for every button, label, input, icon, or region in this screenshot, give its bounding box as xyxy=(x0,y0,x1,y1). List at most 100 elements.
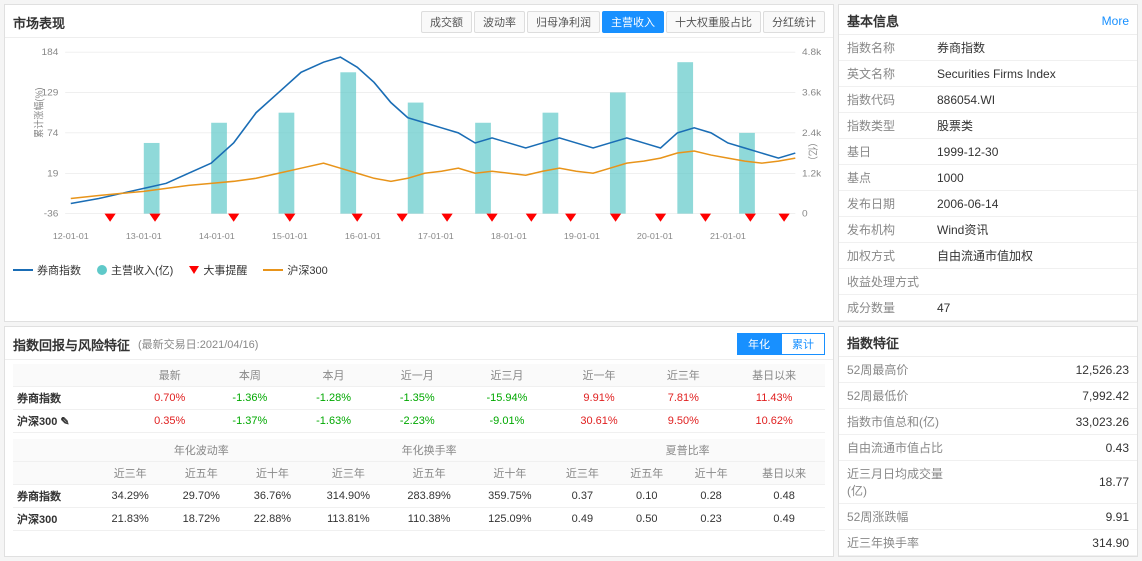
legend-hs300: 沪深300 xyxy=(263,262,327,278)
legend-label-hs300: 沪深300 xyxy=(287,262,327,278)
feat-row-52high: 52周最高价 12,526.23 xyxy=(839,357,1137,383)
info-row-code: 指数代码 886054.WI xyxy=(839,87,1137,113)
svg-text:（亿）: （亿） xyxy=(806,138,819,165)
risk-vol-10y: 近十年 xyxy=(237,462,308,485)
market-tab-bar: 成交额 波动率 归母净利润 主营收入 十大权重股占比 分红统计 xyxy=(421,11,825,33)
risk-subheader-row: 近三年 近五年 近十年 近三年 近五年 近十年 近三年 近五年 近十年 基日以来 xyxy=(13,462,825,485)
info-table: 指数名称 券商指数 英文名称 Securities Firms Index 指数… xyxy=(839,35,1137,321)
feat-row-freefloat: 自由流通市值占比 0.43 xyxy=(839,435,1137,461)
perf-header-1y: 近一年 xyxy=(555,364,644,387)
risk-vol-5y: 近五年 xyxy=(166,462,237,485)
feat-value-marketcap: 33,023.26 xyxy=(969,409,1137,435)
toggle-bar: 年化 累计 xyxy=(737,333,825,355)
svg-text:19-01-01: 19-01-01 xyxy=(564,231,600,240)
index-features-panel: 指数特征 52周最高价 12,526.23 52周最低价 7,992.42 指数… xyxy=(838,326,1138,557)
info-label-code: 指数代码 xyxy=(839,87,929,113)
info-label-pubdate: 发布日期 xyxy=(839,191,929,217)
feat-row-avgvol: 近三月日均成交量(亿) 18.77 xyxy=(839,461,1137,504)
broker-3y: 7.81% xyxy=(643,387,723,410)
market-panel-header: 市场表现 成交额 波动率 归母净利润 主营收入 十大权重股占比 分红统计 xyxy=(5,5,833,38)
risk-sharpe-5y: 近五年 xyxy=(615,462,679,485)
risk-broker-sharpesince: 0.48 xyxy=(743,485,825,508)
legend-label-event: 大事提醒 xyxy=(203,262,247,278)
info-title: 基本信息 xyxy=(847,11,899,30)
tab-dividend[interactable]: 分红统计 xyxy=(763,11,825,33)
feat-row-52low: 52周最低价 7,992.42 xyxy=(839,383,1137,409)
risk-broker-sharpe10y: 0.28 xyxy=(679,485,743,508)
risk-hs300-turn10y: 125.09% xyxy=(469,508,550,531)
svg-text:累计涨幅(%): 累计涨幅(%) xyxy=(33,87,46,137)
perf-header-week: 本周 xyxy=(208,364,292,387)
risk-row-hs300: 沪深300 21.83% 18.72% 22.88% 113.81% 110.3… xyxy=(13,508,825,531)
info-label-basedate: 基日 xyxy=(839,139,929,165)
info-value-count: 47 xyxy=(929,295,1137,321)
svg-text:1.2k: 1.2k xyxy=(802,169,821,179)
risk-sharpe-since: 基日以来 xyxy=(743,462,825,485)
tab-chengjiaoe[interactable]: 成交额 xyxy=(421,11,472,33)
legend-dot-cyan xyxy=(97,265,107,275)
svg-text:14-01-01: 14-01-01 xyxy=(199,231,235,240)
svg-text:-36: -36 xyxy=(44,209,59,219)
feat-value-freefloat: 0.43 xyxy=(969,435,1137,461)
return-title-group: 指数回报与风险特征 (最新交易日:2021/04/16) xyxy=(13,335,258,354)
perf-header-empty xyxy=(13,364,131,387)
info-value-engname: Securities Firms Index xyxy=(929,61,1137,87)
toggle-annualized[interactable]: 年化 xyxy=(737,333,781,355)
toggle-cumulative[interactable]: 累计 xyxy=(781,333,825,355)
feat-value-52high: 12,526.23 xyxy=(969,357,1137,383)
hs300-month: -1.63% xyxy=(292,410,376,433)
info-row-type: 指数类型 股票类 xyxy=(839,113,1137,139)
info-row-pubdate: 发布日期 2006-06-14 xyxy=(839,191,1137,217)
feat-row-52chg: 52周涨跌幅 9.91 xyxy=(839,504,1137,530)
risk-sharpe-header: 夏普比率 xyxy=(550,439,825,462)
more-link[interactable]: More xyxy=(1102,14,1129,28)
hs300-week: -1.37% xyxy=(208,410,292,433)
tab-bodolv[interactable]: 波动率 xyxy=(474,11,525,33)
info-value-basepoint: 1000 xyxy=(929,165,1137,191)
hs300-since: 10.62% xyxy=(723,410,825,433)
risk-broker-turn10y: 359.75% xyxy=(469,485,550,508)
broker-month: -1.28% xyxy=(292,387,376,410)
tab-tenstocks[interactable]: 十大权重股占比 xyxy=(666,11,761,33)
risk-empty1 xyxy=(13,439,95,462)
svg-text:19: 19 xyxy=(47,169,58,179)
basic-info-panel: 基本信息 More 指数名称 券商指数 英文名称 Securities Firm… xyxy=(838,4,1138,322)
risk-row-broker: 券商指数 34.29% 29.70% 36.76% 314.90% 283.89… xyxy=(13,485,825,508)
info-value-returnmethod xyxy=(929,269,1137,295)
hs300-1m: -2.23% xyxy=(375,410,459,433)
tab-guimunet[interactable]: 归母净利润 xyxy=(527,11,600,33)
info-row-weightmethod: 加权方式 自由流通市值加权 xyxy=(839,243,1137,269)
info-label-type: 指数类型 xyxy=(839,113,929,139)
svg-text:0: 0 xyxy=(802,209,808,219)
svg-text:13-01-01: 13-01-01 xyxy=(126,231,162,240)
svg-text:3.6k: 3.6k xyxy=(802,88,821,98)
info-value-basedate: 1999-12-30 xyxy=(929,139,1137,165)
svg-text:15-01-01: 15-01-01 xyxy=(272,231,308,240)
info-row-count: 成分数量 47 xyxy=(839,295,1137,321)
risk-volatility-header: 年化波动率 xyxy=(95,439,308,462)
info-row-publisher: 发布机构 Wind资讯 xyxy=(839,217,1137,243)
risk-broker-sharpe3y: 0.37 xyxy=(550,485,614,508)
broker-label: 券商指数 xyxy=(13,387,131,410)
feat-label-3yturnover: 近三年换手率 xyxy=(839,530,969,556)
risk-broker-vol5y: 29.70% xyxy=(166,485,237,508)
info-label-weightmethod: 加权方式 xyxy=(839,243,929,269)
legend-major-event: 大事提醒 xyxy=(189,262,247,278)
return-table-container: 最新 本周 本月 近一月 近三月 近一年 近三年 基日以来 券商指数 xyxy=(5,360,833,535)
legend-main-revenue: 主营收入(亿) xyxy=(97,262,173,278)
feat-row-marketcap: 指数市值总和(亿) 33,023.26 xyxy=(839,409,1137,435)
svg-text:184: 184 xyxy=(42,48,60,58)
info-value-weightmethod: 自由流通市值加权 xyxy=(929,243,1137,269)
risk-hs300-turn3y: 113.81% xyxy=(308,508,389,531)
return-risk-panel: 指数回报与风险特征 (最新交易日:2021/04/16) 年化 累计 最新 本周 xyxy=(4,326,834,557)
broker-since: 11.43% xyxy=(723,387,825,410)
tab-mainrevenue[interactable]: 主营收入 xyxy=(602,11,664,33)
broker-latest: 0.70% xyxy=(131,387,208,410)
info-label-engname: 英文名称 xyxy=(839,61,929,87)
svg-text:74: 74 xyxy=(47,128,59,138)
info-value-pubdate: 2006-06-14 xyxy=(929,191,1137,217)
legend-label-broker: 券商指数 xyxy=(37,262,81,278)
feat-label-52chg: 52周涨跌幅 xyxy=(839,504,969,530)
risk-table: 年化波动率 年化换手率 夏普比率 近三年 近五年 近十年 近三年 近五年 近十年 xyxy=(13,439,825,531)
risk-broker-turn5y: 283.89% xyxy=(389,485,470,508)
